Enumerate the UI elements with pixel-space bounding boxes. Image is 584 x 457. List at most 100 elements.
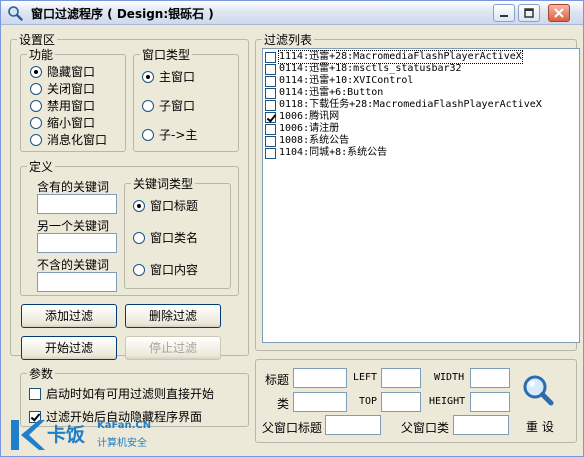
class-field-label: 类 [277, 397, 290, 411]
function-option-hide[interactable]: 隐藏窗口 [30, 63, 95, 80]
close-button[interactable] [548, 4, 570, 22]
parent-title-field[interactable] [325, 415, 381, 435]
watermark-brand: 卡饭 [47, 424, 86, 446]
kafan-logo-icon [11, 420, 45, 450]
checkbox[interactable] [265, 123, 276, 135]
checkbox[interactable] [265, 63, 276, 75]
radio-indicator[interactable] [133, 199, 145, 212]
function-option-disable[interactable]: 禁用窗口 [30, 97, 95, 114]
auto-start-label: 启动时如有可用过滤则直接开始 [46, 387, 215, 401]
parent-class-field[interactable] [453, 415, 509, 435]
close-icon [554, 8, 564, 18]
radio-indicator[interactable] [133, 231, 145, 244]
keyword-input[interactable] [37, 194, 117, 214]
checkbox[interactable] [29, 387, 41, 400]
height-field[interactable] [470, 392, 510, 412]
maximize-button[interactable] [518, 4, 540, 22]
function-option-message[interactable]: 消息化窗口 [30, 131, 107, 148]
radio-indicator[interactable] [142, 128, 154, 141]
list-item[interactable]: 1006:请注册 [265, 123, 339, 135]
list-item[interactable]: 0114:迅雷+18:msctls_statusbar32 [265, 63, 462, 75]
params-legend: 参数 [29, 367, 54, 381]
watermark-slogan: 计算机安全 [97, 438, 147, 449]
excluded-keyword-label: 不含的关键词 [37, 258, 110, 272]
list-item-text: 1114:迅雷+28:MacromediaFlashPlayerActiveX [278, 50, 523, 64]
list-item[interactable]: 1114:迅雷+28:MacromediaFlashPlayerActiveX [265, 50, 523, 64]
title-bar[interactable]: 窗口过滤程序 ( Design:银砾石 ) [1, 1, 583, 25]
title-field[interactable] [293, 368, 347, 388]
checkbox[interactable] [265, 111, 276, 123]
window-type-child[interactable]: 子窗口 [142, 97, 195, 114]
function-option-label: 禁用窗口 [47, 99, 96, 113]
definition-legend: 定义 [29, 160, 54, 174]
keyword-type-legend: 关键词类型 [133, 177, 194, 191]
keyword-type-class[interactable]: 窗口类名 [133, 229, 198, 246]
height-field-label: HEIGHT [429, 396, 466, 407]
radio-indicator[interactable] [133, 263, 145, 276]
radio-indicator[interactable] [30, 116, 42, 129]
checkbox[interactable] [265, 99, 276, 111]
width-field-label: WIDTH [434, 372, 465, 383]
window-type-main[interactable]: 主窗口 [142, 68, 195, 85]
function-option-close[interactable]: 关闭窗口 [30, 80, 95, 97]
radio-indicator[interactable] [30, 133, 42, 146]
function-legend: 功能 [29, 48, 54, 62]
keyword-label: 含有的关键词 [37, 180, 110, 194]
left-field[interactable] [381, 368, 421, 388]
list-item[interactable]: 1006:腾讯网 [265, 111, 339, 123]
list-item-text: 1104:同城+8:系统公告 [279, 147, 388, 158]
watermark-site: KaFan.CN [97, 420, 152, 431]
list-item-text: 1008:系统公告 [279, 135, 350, 146]
class-field[interactable] [293, 392, 347, 412]
function-option-label: 消息化窗口 [47, 133, 108, 147]
top-field[interactable] [381, 392, 421, 412]
list-item-text: 0118:下载任务+28:MacromediaFlashPlayerActive… [279, 99, 542, 110]
checkbox[interactable] [265, 87, 276, 99]
top-field-label: TOP [359, 396, 378, 407]
magnifier-icon[interactable] [521, 373, 555, 407]
checkbox[interactable] [265, 135, 276, 147]
list-item[interactable]: 1008:系统公告 [265, 135, 349, 147]
start-filter-button[interactable]: 开始过滤 [21, 336, 117, 360]
width-field[interactable] [470, 368, 510, 388]
minimize-button[interactable] [493, 4, 515, 22]
keyword-type-content[interactable]: 窗口内容 [133, 261, 198, 278]
title-field-label: 标题 [265, 373, 290, 387]
function-option-minimize[interactable]: 缩小窗口 [30, 114, 95, 131]
another-keyword-label: 另一个关键词 [37, 219, 110, 233]
minimize-icon [500, 15, 508, 17]
radio-indicator[interactable] [30, 82, 42, 95]
radio-indicator[interactable] [142, 70, 154, 83]
list-item[interactable]: 0118:下载任务+28:MacromediaFlashPlayerActive… [265, 99, 542, 111]
checkbox[interactable] [265, 75, 276, 87]
list-item-text: 0114:迅雷+18:msctls_statusbar32 [279, 63, 462, 74]
window-type-child-to-main[interactable]: 子->主 [142, 126, 197, 143]
list-item-text: 1006:腾讯网 [279, 111, 340, 122]
stop-filter-button[interactable]: 停止过滤 [125, 336, 221, 360]
checkbox[interactable] [265, 51, 276, 63]
keyword-type-label: 窗口标题 [150, 199, 199, 213]
auto-start-option[interactable]: 启动时如有可用过滤则直接开始 [29, 385, 214, 402]
keyword-type-title[interactable]: 窗口标题 [133, 197, 198, 214]
filter-listbox[interactable]: 1114:迅雷+28:MacromediaFlashPlayerActiveX … [262, 48, 580, 343]
window-title: 窗口过滤程序 ( Design:银砾石 ) [31, 7, 214, 21]
filter-list-legend: 过滤列表 [264, 33, 313, 47]
list-item[interactable]: 1104:同城+8:系统公告 [265, 147, 387, 159]
list-item-text: 0114:迅雷+6:Button [279, 87, 384, 98]
radio-indicator[interactable] [30, 65, 42, 78]
list-item[interactable]: 0114:迅雷+10:XVIControl [265, 75, 413, 87]
parent-class-label: 父窗口类 [401, 421, 450, 435]
excluded-keyword-input[interactable] [37, 272, 117, 292]
delete-filter-button[interactable]: 删除过滤 [125, 304, 221, 328]
list-item-text: 0114:迅雷+10:XVIControl [279, 75, 414, 86]
radio-indicator[interactable] [30, 99, 42, 112]
keyword-type-label: 窗口内容 [150, 263, 199, 277]
keyword-type-label: 窗口类名 [150, 231, 199, 245]
window-type-legend: 窗口类型 [142, 48, 191, 62]
list-item[interactable]: 0114:迅雷+6:Button [265, 87, 383, 99]
checkbox[interactable] [265, 147, 276, 159]
add-filter-button[interactable]: 添加过滤 [21, 304, 117, 328]
another-keyword-input[interactable] [37, 233, 117, 253]
radio-indicator[interactable] [142, 99, 154, 112]
reset-button[interactable]: 重 设 [526, 418, 554, 435]
